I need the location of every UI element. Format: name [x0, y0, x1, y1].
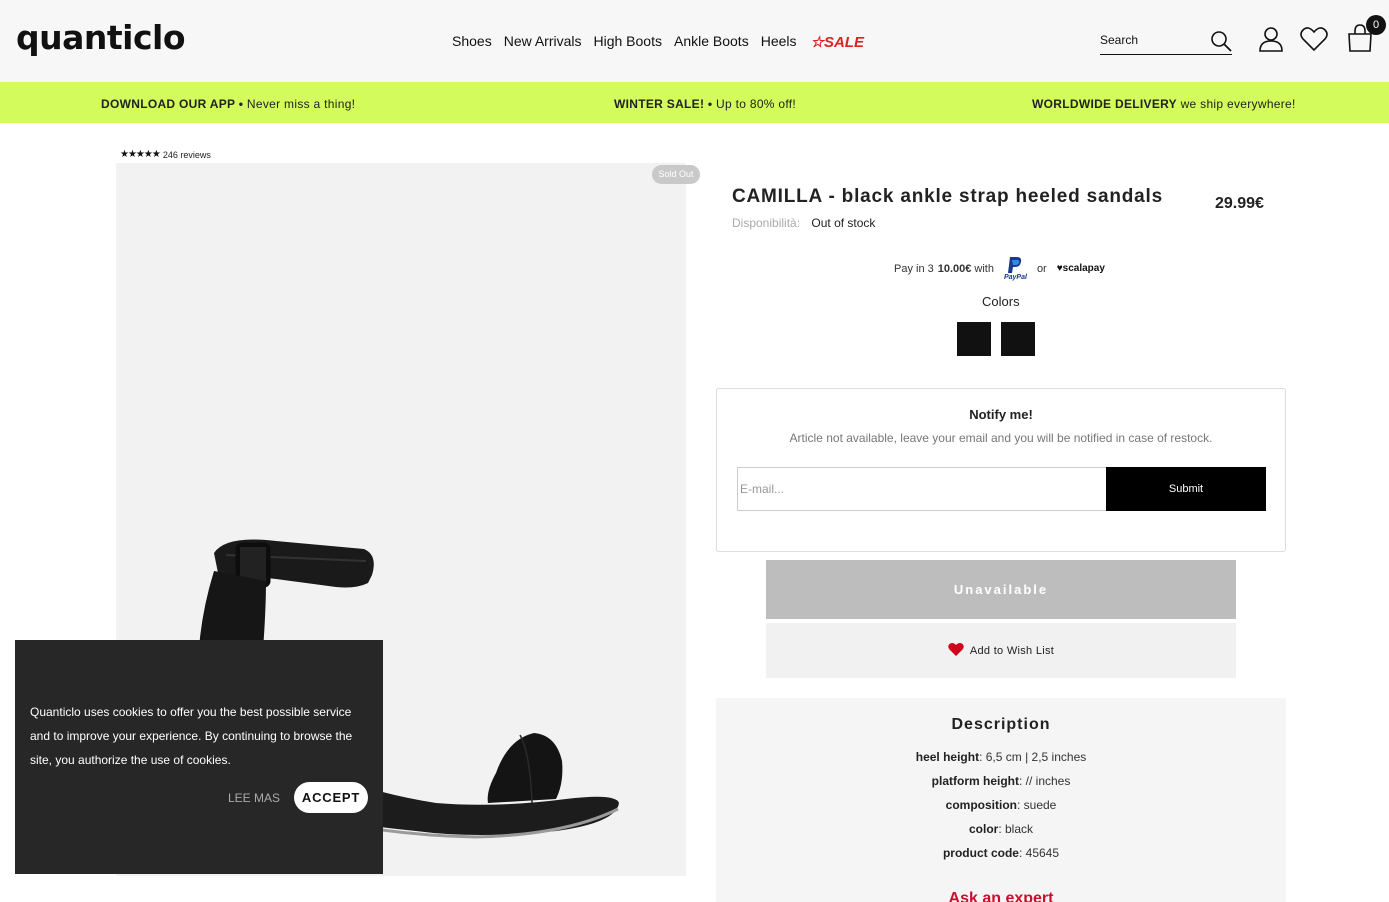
desc-item: product code: 45645	[942, 846, 1060, 860]
add-to-wishlist-button[interactable]: Add to Wish List	[766, 623, 1236, 678]
heart-icon[interactable]	[1300, 26, 1328, 57]
nav-ankle-boots[interactable]: Ankle Boots	[674, 33, 749, 51]
search-input[interactable]	[1100, 28, 1200, 52]
description-title: Description	[951, 716, 1051, 733]
product-price: 29.99€	[1215, 195, 1264, 212]
reviews-summary[interactable]: ★★★★★ 246 reviews	[120, 149, 211, 160]
cookie-banner: Quanticlo uses cookies to offer you the …	[15, 640, 383, 874]
installment-payment-info: Pay in 3 10.00€ with PayPal or ♥scalapay	[894, 256, 1105, 281]
notify-text: Article not available, leave your email …	[789, 431, 1213, 445]
search-box	[1100, 28, 1232, 55]
product-title: CAMILLA - black ankle strap heeled sanda…	[732, 186, 1163, 207]
submit-button[interactable]: Submit	[1106, 467, 1266, 511]
read-more-link[interactable]: LEE MAS	[228, 791, 280, 805]
heart-filled-icon	[948, 642, 964, 660]
desc-item: color: black	[968, 822, 1034, 836]
pay-with: with	[974, 262, 994, 275]
description-list: heel height: 6,5 cm | 2,5 inches platfor…	[716, 750, 1286, 870]
promo-sale[interactable]: WINTER SALE! • Up to 80% off!	[614, 97, 796, 111]
notify-title: Notify me!	[969, 407, 1033, 422]
colors-label: Colors	[982, 294, 1020, 309]
nav-sale[interactable]: ☆SALE	[811, 33, 864, 51]
availability-label: Disponibilità:	[732, 216, 801, 230]
color-swatch-black-1[interactable]	[957, 322, 991, 356]
ask-expert-link[interactable]: Ask an expert	[716, 890, 1286, 902]
wishlist-label: Add to Wish List	[969, 644, 1055, 657]
pay-prefix: Pay in 3	[894, 262, 934, 275]
nav-heels[interactable]: Heels	[761, 33, 797, 51]
scalapay-logo[interactable]: ♥scalapay	[1057, 263, 1105, 274]
star-rating-icon: ★★★★★	[120, 149, 161, 160]
accept-cookies-button[interactable]: ACCEPT	[294, 782, 368, 813]
promo-app[interactable]: DOWNLOAD OUR APP • Never miss a thing!	[101, 97, 355, 111]
email-field[interactable]	[737, 467, 1107, 511]
color-swatch-black-2[interactable]	[1001, 322, 1035, 356]
pay-amount: 10.00€	[937, 262, 972, 275]
site-header: quanticlo Shoes New Arrivals High Boots …	[0, 0, 1389, 82]
nav-high-boots[interactable]: High Boots	[594, 33, 662, 51]
reviews-count: 246 reviews	[162, 149, 211, 160]
desc-item: composition: suede	[945, 798, 1057, 812]
desc-item: heel height: 6,5 cm | 2,5 inches	[915, 750, 1087, 764]
availability-value: Out of stock	[811, 216, 876, 230]
logo[interactable]: quanticlo	[16, 18, 186, 57]
availability: Disponibilità: Out of stock	[732, 216, 875, 230]
promo-bar: DOWNLOAD OUR APP • Never miss a thing! W…	[0, 82, 1389, 123]
notify-me-box: Notify me! Article not available, leave …	[716, 388, 1286, 552]
unavailable-button[interactable]: Unavailable	[766, 560, 1236, 619]
promo-delivery[interactable]: WORLDWIDE DELIVERY we ship everywhere!	[1032, 97, 1296, 111]
nav-shoes[interactable]: Shoes	[452, 33, 492, 51]
user-icon[interactable]	[1259, 26, 1283, 57]
pay-or: or	[1036, 262, 1047, 275]
search-icon[interactable]	[1210, 30, 1232, 57]
cart-count-badge: 0	[1366, 15, 1386, 35]
description-panel: Description heel height: 6,5 cm | 2,5 in…	[716, 698, 1286, 902]
nav-new-arrivals[interactable]: New Arrivals	[504, 33, 582, 51]
main-nav: Shoes New Arrivals High Boots Ankle Boot…	[452, 33, 876, 51]
paypal-logo[interactable]: PayPal	[1004, 256, 1027, 281]
desc-item: platform height: // inches	[931, 774, 1071, 788]
sold-out-badge: Sold Out	[652, 165, 700, 184]
cookie-text: Quanticlo uses cookies to offer you the …	[30, 705, 353, 767]
